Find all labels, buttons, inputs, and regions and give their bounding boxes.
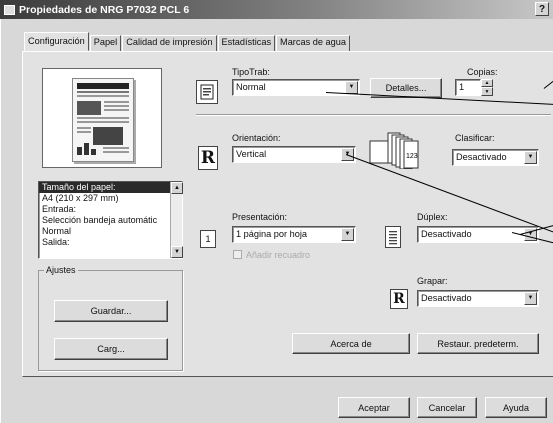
scroll-up-icon[interactable]: ▲ (171, 182, 183, 194)
add-border-label: Añadir recuadro (246, 250, 311, 260)
svg-text:123: 123 (406, 153, 418, 160)
collate-label: Clasificar: (455, 133, 495, 143)
help-title-button[interactable]: ? (535, 2, 549, 16)
window-title: Propiedades de NRG P7032 PCL 6 (19, 3, 190, 16)
copies-input[interactable]: 1 (455, 79, 481, 96)
collate-select[interactable]: Desactivado ▼ (452, 149, 539, 166)
list-item[interactable]: Tamaño del papel: (39, 182, 173, 193)
orientation-icon: R (198, 146, 218, 170)
document-thumbnail-icon (72, 78, 134, 162)
list-scrollbar[interactable]: ▲ ▼ (170, 182, 183, 258)
cancel-button[interactable]: Cancelar (417, 397, 477, 418)
orientation-value: Vertical (236, 149, 267, 159)
copies-stepper[interactable]: ▲ ▼ (481, 79, 493, 96)
tab-papel[interactable]: Papel (89, 35, 122, 51)
staple-label: Grapar: (417, 276, 448, 286)
tab-calidad[interactable]: Calidad de impresión (122, 35, 217, 51)
list-item[interactable]: Entrada: (39, 204, 182, 215)
job-type-label: TipoTrab: (232, 67, 270, 77)
job-type-value: Normal (236, 82, 266, 92)
orientation-select[interactable]: Vertical ▼ (232, 146, 356, 163)
add-border-checkbox[interactable] (233, 250, 242, 259)
collate-pages-icon: 123 (368, 129, 424, 170)
duplex-icon (385, 226, 401, 248)
list-item[interactable]: Salida: (39, 237, 182, 248)
staple-select[interactable]: Desactivado ▼ (417, 290, 539, 307)
load-button[interactable]: Carg... (54, 338, 168, 360)
settings-summary-list[interactable]: Tamaño del papel: A4 (210 x 297 mm) Entr… (38, 181, 183, 259)
orientation-label: Orientación: (232, 133, 281, 143)
copies-label: Copias: (467, 67, 498, 77)
tab-estadisticas[interactable]: Estadísticas (217, 35, 276, 51)
help-button[interactable]: Ayuda (485, 397, 547, 418)
increment-icon[interactable]: ▲ (481, 79, 493, 87)
list-item[interactable]: Normal (39, 226, 182, 237)
chevron-down-icon[interactable]: ▼ (341, 228, 354, 241)
layout-select[interactable]: 1 página por hoja ▼ (232, 226, 356, 243)
tab-configuracion[interactable]: Configuración (24, 32, 89, 51)
layout-value: 1 página por hoja (236, 229, 308, 239)
list-item[interactable]: A4 (210 x 297 mm) (39, 193, 182, 204)
scroll-down-icon[interactable]: ▼ (171, 246, 183, 258)
layout-label: Presentación: (232, 212, 288, 222)
chevron-down-icon[interactable]: ▼ (345, 81, 358, 94)
printer-icon (4, 4, 15, 15)
ajustes-label: Ajustes (44, 265, 78, 275)
staple-value: Desactivado (421, 293, 472, 303)
job-type-icon (196, 80, 218, 104)
tab-marcas-de-agua[interactable]: Marcas de agua (276, 35, 350, 51)
pages-per-sheet-icon: 1 (200, 230, 216, 248)
chevron-down-icon[interactable]: ▼ (524, 151, 537, 164)
list-item[interactable]: Selección bandeja automátic (39, 215, 182, 226)
restore-defaults-button[interactable]: Restaur. predeterm. (417, 333, 539, 354)
duplex-label: Dúplex: (417, 212, 448, 222)
about-button[interactable]: Acerca de (292, 333, 410, 354)
collate-value: Desactivado (456, 152, 507, 162)
ok-button[interactable]: Aceptar (338, 397, 410, 418)
staple-icon: R (390, 289, 408, 309)
chevron-down-icon[interactable]: ▼ (524, 292, 537, 305)
duplex-value: Desactivado (421, 229, 472, 239)
divider (196, 114, 551, 116)
tab-strip: Configuración Papel Calidad de impresión… (24, 32, 351, 51)
save-button[interactable]: Guardar... (54, 300, 168, 322)
title-bar: Propiedades de NRG P7032 PCL 6 (0, 0, 553, 19)
decrement-icon[interactable]: ▼ (481, 87, 493, 96)
